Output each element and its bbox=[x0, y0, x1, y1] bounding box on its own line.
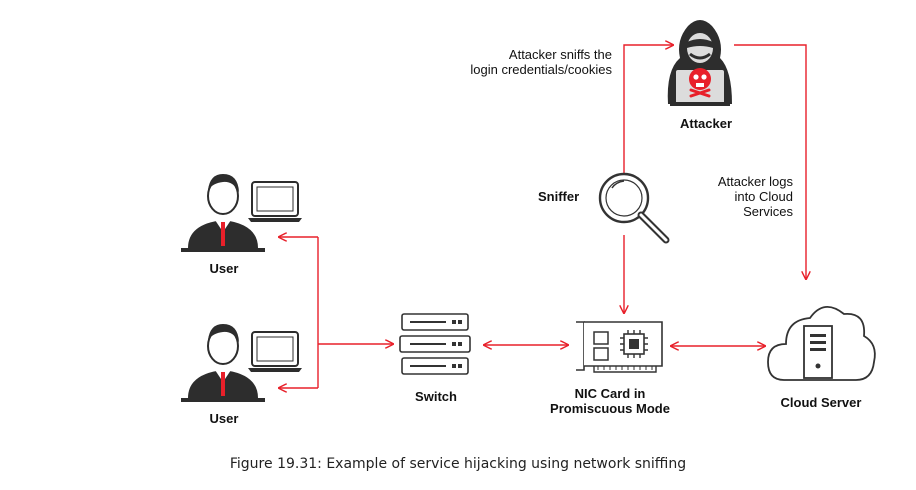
user-top-label: User bbox=[209, 261, 239, 276]
diagram-canvas bbox=[181, 20, 876, 402]
laptop-bottom-icon bbox=[248, 331, 302, 372]
switch-label: Switch bbox=[415, 389, 457, 404]
magnifier-icon bbox=[598, 172, 670, 244]
sniffer-label: Sniffer bbox=[538, 189, 580, 204]
cloud-server-icon bbox=[767, 306, 876, 381]
skull-icon bbox=[689, 68, 711, 98]
switch-icon bbox=[399, 313, 471, 375]
figure-caption: Figure 19.31: Example of service hijacki… bbox=[229, 456, 687, 472]
arrow-sniffer-to-attacker bbox=[623, 45, 673, 176]
cloud-server-label: Cloud Server bbox=[780, 395, 862, 410]
laptop-top-icon bbox=[248, 181, 302, 222]
arrow-attacker-to-cloud bbox=[734, 44, 806, 279]
attacker-logs-label: Attacker logs into Cloud Services bbox=[717, 174, 793, 219]
nic-card-label: NIC Card in Promiscuous Mode bbox=[550, 386, 670, 416]
user-bottom-label: User bbox=[209, 411, 239, 426]
attacker-sniffs-label: Attacker sniffs the login credentials/co… bbox=[470, 47, 612, 77]
attacker-label: Attacker bbox=[679, 116, 733, 131]
nic-card-icon bbox=[576, 321, 663, 373]
